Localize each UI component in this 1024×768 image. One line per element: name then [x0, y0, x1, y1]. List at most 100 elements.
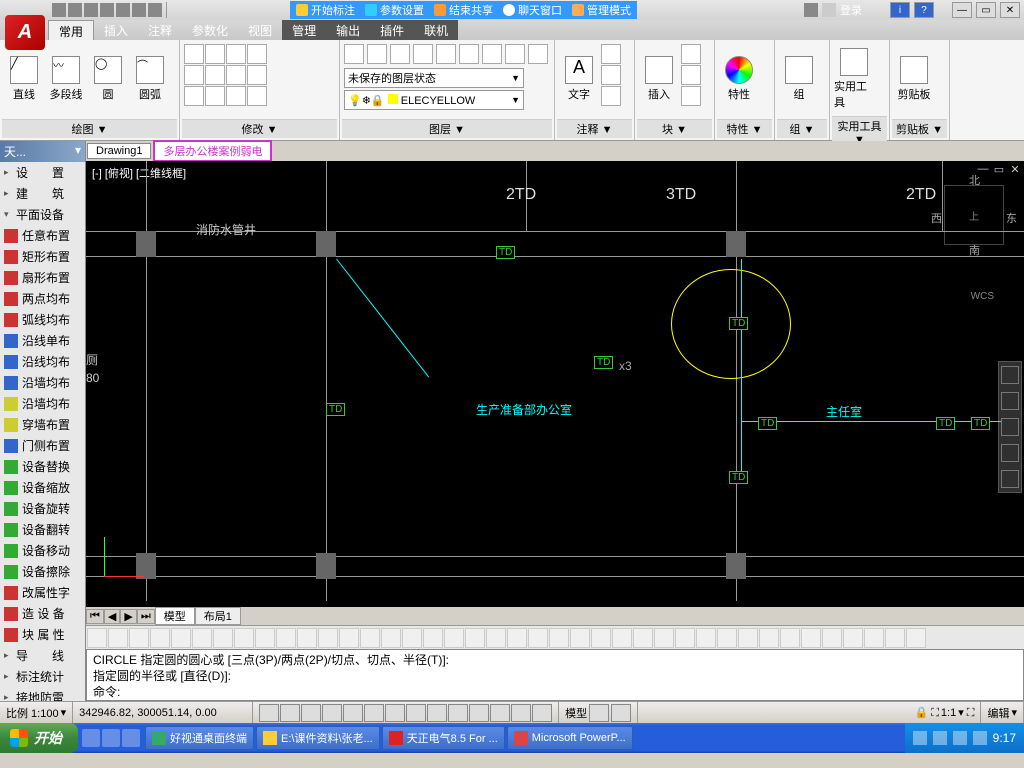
- tool-icon[interactable]: [864, 628, 884, 648]
- palette-item[interactable]: 弧线均布: [0, 309, 85, 330]
- palette-item[interactable]: 设备移动: [0, 540, 85, 561]
- command-line[interactable]: CIRCLE 指定圆的圆心或 [三点(3P)/两点(2P)/切点、切点、半径(T…: [86, 649, 1024, 701]
- dyn-toggle[interactable]: [427, 704, 447, 722]
- tool-icon[interactable]: [423, 628, 443, 648]
- panel-title-modify[interactable]: 修改 ▼: [182, 119, 337, 138]
- tool-icon[interactable]: [129, 628, 149, 648]
- ribbon-tab-insert[interactable]: 插入: [94, 20, 138, 40]
- taskbar-task[interactable]: E:\课件资料\张老...: [256, 726, 380, 750]
- status-edit[interactable]: 编辑▾: [981, 702, 1024, 723]
- palette-item[interactable]: ▸设 置: [0, 162, 85, 183]
- user-icon[interactable]: [822, 3, 836, 17]
- tpy-toggle[interactable]: [469, 704, 489, 722]
- palette-item[interactable]: 沿线单布: [0, 330, 85, 351]
- tool-icon[interactable]: [507, 628, 527, 648]
- tool-icon[interactable]: [591, 628, 611, 648]
- palette-item[interactable]: 沿线均布: [0, 351, 85, 372]
- palette-item[interactable]: 沿墙均布: [0, 372, 85, 393]
- util-button[interactable]: 实用工具: [834, 44, 874, 114]
- tool-icon[interactable]: [885, 628, 905, 648]
- tool-icon[interactable]: [276, 628, 296, 648]
- collab-start[interactable]: 开始标注: [296, 2, 355, 18]
- layer-current-combo[interactable]: 💡❄🔒 ELECYELLOW▼: [344, 90, 524, 110]
- ribbon-tab-output[interactable]: 输出: [326, 20, 370, 40]
- undo-icon[interactable]: [132, 3, 146, 17]
- quick-launch-icon[interactable]: [102, 729, 120, 747]
- tool-icon[interactable]: [297, 628, 317, 648]
- palette-title[interactable]: 天...▾: [0, 141, 85, 162]
- offset-icon[interactable]: [247, 86, 267, 106]
- otrack-toggle[interactable]: [385, 704, 405, 722]
- tool-icon[interactable]: [759, 628, 779, 648]
- tool-icon[interactable]: [570, 628, 590, 648]
- tool-icon[interactable]: [549, 628, 569, 648]
- tool-icon[interactable]: [339, 628, 359, 648]
- am-toggle[interactable]: [532, 704, 552, 722]
- collab-end[interactable]: 结束共享: [434, 2, 493, 18]
- print-icon[interactable]: [116, 3, 130, 17]
- polyline-button[interactable]: 〰多段线: [46, 44, 86, 114]
- status-annoscale[interactable]: 🔒 ⛶ 1:1▾ ⛶: [908, 702, 981, 723]
- palette-item[interactable]: 设备缩放: [0, 477, 85, 498]
- tool-icon[interactable]: [108, 628, 128, 648]
- new-icon[interactable]: [52, 3, 66, 17]
- panel-title-clip[interactable]: 剪贴板 ▼: [892, 119, 947, 138]
- ribbon-tab-common[interactable]: 常用: [48, 20, 94, 40]
- snap-toggle[interactable]: [259, 704, 279, 722]
- tool-icon[interactable]: [381, 628, 401, 648]
- tool-icon[interactable]: [171, 628, 191, 648]
- fillet-icon[interactable]: [226, 65, 246, 85]
- tool-icon[interactable]: [213, 628, 233, 648]
- insert-button[interactable]: 插入: [639, 44, 679, 114]
- polar-toggle[interactable]: [322, 704, 342, 722]
- tool-icon[interactable]: [486, 628, 506, 648]
- ducs-toggle[interactable]: [406, 704, 426, 722]
- palette-item[interactable]: 沿墙均布: [0, 393, 85, 414]
- rotate-icon[interactable]: [205, 44, 225, 64]
- circle-button[interactable]: ◯圆: [88, 44, 128, 114]
- tray-icon[interactable]: [933, 731, 947, 745]
- scale-icon[interactable]: [205, 86, 225, 106]
- taskbar-task[interactable]: 天正电气8.5 For ...: [382, 726, 505, 750]
- properties-button[interactable]: 特性: [719, 44, 759, 114]
- help-icon[interactable]: ?: [914, 2, 934, 18]
- minimize-button[interactable]: —: [952, 2, 972, 18]
- palette-item[interactable]: ▸标注统计: [0, 666, 85, 687]
- tab-nav-last[interactable]: ⏭: [137, 609, 155, 624]
- palette-item[interactable]: 任意布置: [0, 225, 85, 246]
- ribbon-tab-annotate[interactable]: 注释: [138, 20, 182, 40]
- trim-icon[interactable]: [226, 44, 246, 64]
- collab-manage[interactable]: 管理模式: [572, 2, 631, 18]
- palette-item[interactable]: 设备替换: [0, 456, 85, 477]
- ribbon-tab-online[interactable]: 联机: [414, 20, 458, 40]
- tab-nav-first[interactable]: ⏮: [86, 609, 104, 624]
- palette-item[interactable]: 两点均布: [0, 288, 85, 309]
- panel-title-group[interactable]: 组 ▼: [777, 119, 827, 138]
- move-icon[interactable]: [184, 44, 204, 64]
- erase-icon[interactable]: [247, 44, 267, 64]
- tool-icon[interactable]: [717, 628, 737, 648]
- text-button[interactable]: A文字: [559, 44, 599, 114]
- palette-item[interactable]: ▸接地防雷: [0, 687, 85, 701]
- layout-tab[interactable]: 布局1: [195, 607, 241, 625]
- tool-icon[interactable]: [150, 628, 170, 648]
- taskbar-task[interactable]: 好视通桌面终端: [145, 726, 254, 750]
- status-scale[interactable]: 比例 1:100▾: [0, 702, 73, 723]
- palette-item[interactable]: ▸导 线: [0, 645, 85, 666]
- drawing-canvas[interactable]: [-] [俯视] [二维线框] — ▭ ✕ 上 北 南 东 西 WCS: [86, 161, 1024, 607]
- osnap-toggle[interactable]: [343, 704, 363, 722]
- tool-icon[interactable]: [822, 628, 842, 648]
- palette-item[interactable]: 设备旋转: [0, 498, 85, 519]
- doc-tab[interactable]: 多层办公楼案例弱电: [153, 140, 272, 162]
- palette-item[interactable]: 块 属 性: [0, 624, 85, 645]
- group-button[interactable]: 组: [779, 44, 819, 114]
- collab-param[interactable]: 参数设置: [365, 2, 424, 18]
- palette-item[interactable]: ▸建 筑: [0, 183, 85, 204]
- tool-icon[interactable]: [633, 628, 653, 648]
- sc-toggle[interactable]: [511, 704, 531, 722]
- close-button[interactable]: ✕: [1000, 2, 1020, 18]
- panel-title-layers[interactable]: 图层 ▼: [342, 119, 552, 138]
- save-icon[interactable]: [84, 3, 98, 17]
- tray-icon[interactable]: [953, 731, 967, 745]
- tool-icon[interactable]: [87, 628, 107, 648]
